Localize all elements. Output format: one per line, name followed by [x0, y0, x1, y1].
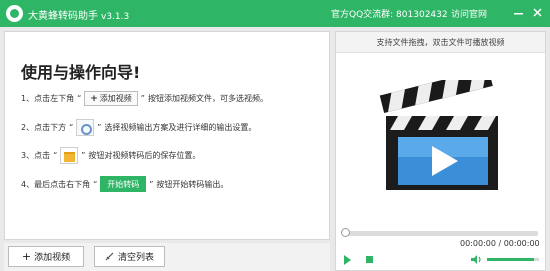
folder-icon [60, 147, 79, 164]
app-version: v3.1.3 [101, 12, 130, 22]
plus-icon: + [21, 250, 32, 263]
clear-list-label: 清空列表 [117, 253, 154, 263]
app-title: 大黄蜂转码助手 v3.1.3 [28, 7, 129, 22]
guide-title: 使用与操作向导! [21, 63, 141, 82]
title-bar: 大黄蜂转码助手 v3.1.3 官方QQ交流群: 801302432 访问官网 [0, 0, 550, 27]
volume-slider[interactable] [487, 258, 539, 261]
minimize-icon[interactable] [512, 7, 525, 19]
file-list-panel[interactable]: 使用与操作向导! 1、点击左下角 “ + 添加视频 ” 按钮添加视频文件，可多选视… [4, 31, 330, 240]
video-player[interactable]: 支持文件拖拽，双击文件可播放视频 00:00:00 / 00:00:00 [335, 31, 546, 271]
stop-icon[interactable] [366, 256, 373, 263]
eraser-icon [105, 252, 114, 261]
guide-step-3: 3、点击 “ ” 按钮对视频转码后的保存位置。 [21, 147, 200, 164]
add-video-sample: + 添加视频 [84, 91, 138, 106]
add-video-button[interactable]: + 添加视频 [8, 246, 84, 267]
clear-list-button[interactable]: 清空列表 [94, 246, 165, 267]
add-video-label: 添加视频 [34, 253, 71, 263]
volume-level [487, 258, 534, 261]
clapperboard-play-icon [376, 68, 506, 195]
guide-step-4: 4、最后点击右下角 “ 开始转码 ” 按钮开始转码输出。 [21, 176, 228, 192]
bottom-toolbar: + 添加视频 清空列表 [4, 243, 330, 271]
player-controls [336, 250, 545, 270]
guide-step-1: 1、点击左下角 “ + 添加视频 ” 按钮添加视频文件，可多选视频。 [21, 91, 268, 106]
qq-group-link[interactable]: 官方QQ交流群: 801302432 [331, 7, 448, 20]
visit-site-link[interactable]: 访问官网 [451, 7, 487, 20]
player-hint: 支持文件拖拽，双击文件可播放视频 [336, 32, 545, 53]
seek-bar[interactable] [341, 228, 538, 237]
playback-time: 00:00:00 / 00:00:00 [460, 239, 540, 248]
start-transcode-sample: 开始转码 [100, 176, 147, 192]
app-logo-icon [6, 5, 23, 22]
seek-handle[interactable] [341, 228, 350, 237]
plus-icon: + [90, 93, 98, 104]
output-settings-icon [76, 119, 95, 136]
app-name: 大黄蜂转码助手 [28, 11, 98, 22]
close-icon[interactable] [531, 7, 544, 19]
volume-icon[interactable] [470, 254, 482, 265]
play-icon[interactable] [344, 255, 351, 265]
guide-step-2: 2、点击下方 “ ” 选择视频输出方案及进行详细的输出设置。 [21, 119, 256, 136]
